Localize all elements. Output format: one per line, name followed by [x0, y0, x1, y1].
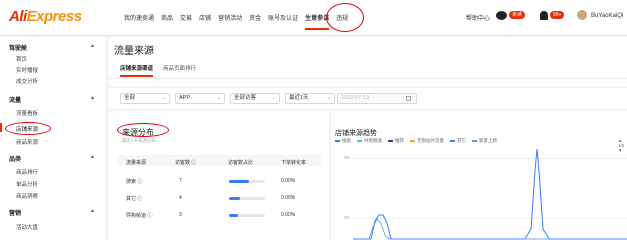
- page-title: 流量来源: [114, 46, 154, 57]
- chevron-down-icon: ⌄: [326, 95, 331, 101]
- active-indicator: [0, 123, 2, 132]
- trend-series-other: [353, 148, 627, 240]
- chevron-up-icon[interactable]: ▲: [90, 154, 95, 160]
- filter-bar: 全部 ⌄ APP ⌄ 全部访客 ⌄ 最近1天 ⌄ 2022-07-13: [109, 88, 627, 109]
- logo-accent: Express: [26, 8, 82, 25]
- country-select[interactable]: 全部 ⌄: [120, 93, 170, 104]
- nav-products[interactable]: 商品: [161, 13, 173, 22]
- chevron-up-icon[interactable]: ▲: [90, 95, 95, 101]
- help-center-link[interactable]: 帮助中心: [466, 13, 490, 22]
- row-source-name: 其它 ⓘ: [126, 196, 143, 202]
- sidebar-item-deal-analysis[interactable]: 成交分析: [16, 77, 38, 85]
- chevron-down-icon: ⌄: [161, 95, 166, 101]
- visitor-select-value: 全部访客: [234, 95, 257, 101]
- share-bar: [229, 180, 265, 183]
- column-header-conversion: 下单转化率: [281, 160, 307, 166]
- sidebar-item-single-product[interactable]: 单品分析: [16, 180, 38, 188]
- main-content: 流量来源 店铺来源渠道 商品页面排行 全部 ⌄ APP ⌄ 全部访客 ⌄ 最近1天 ⌄ …: [109, 37, 627, 240]
- period-select[interactable]: 最近1天 ⌄: [285, 93, 335, 104]
- source-distribution-subtitle: 最近1天来源分布: [122, 138, 157, 143]
- share-bar: [229, 197, 265, 200]
- bell-icon[interactable]: [540, 11, 548, 20]
- nav-funds[interactable]: 资金: [249, 13, 261, 22]
- row-source-name: 搜索 ⓘ: [126, 179, 143, 185]
- row-conversion-rate: 0.00%: [281, 195, 296, 201]
- message-badge[interactable]: 未读: [509, 11, 526, 19]
- sidebar-item-home[interactable]: 首页: [16, 55, 27, 63]
- highlight-circle-section: [117, 123, 169, 137]
- aliexpress-logo[interactable]: AliExpress: [9, 8, 82, 25]
- sidebar-section-marketing[interactable]: 营销: [9, 208, 21, 217]
- sidebar-item-traffic-board[interactable]: 流量看板: [16, 109, 38, 117]
- nav-transactions[interactable]: 交易: [180, 13, 192, 22]
- country-select-value: 全部: [124, 95, 136, 101]
- trend-card: 店铺来源趋势 搜索 导购频道 推荐 无限站外流量 其它 新客上新 ▲ 1/2 ▼ 30 2…: [331, 111, 627, 240]
- share-bar: [229, 214, 265, 217]
- period-select-value: 最近1天: [289, 95, 309, 101]
- row-visitors: 4: [179, 195, 182, 201]
- sidebar-item-realtime[interactable]: 实时播报: [16, 66, 38, 74]
- chevron-up-icon[interactable]: ▲: [90, 43, 95, 49]
- column-header-source: 流量来源: [126, 160, 147, 166]
- row-source-name: 导购频道 ⓘ: [126, 213, 153, 219]
- tabs: 店铺来源渠道 商品页面排行: [120, 64, 196, 77]
- share-bar-fill: [229, 180, 249, 183]
- divider: [109, 78, 627, 79]
- column-header-share: 访客数占比: [228, 160, 254, 166]
- nav-marketing[interactable]: 营销活动: [218, 13, 242, 22]
- share-bar-fill: [229, 197, 240, 200]
- chevron-down-icon: ⌄: [271, 95, 276, 101]
- platform-select[interactable]: APP ⌄: [175, 93, 225, 104]
- sidebar-item-product-rank[interactable]: 商品排行: [16, 168, 38, 176]
- tab-product-page-rank[interactable]: 商品页面排行: [163, 64, 196, 72]
- tab-store-source-channel[interactable]: 店铺来源渠道: [120, 64, 154, 77]
- trend-chart: 店铺来源趋势 搜索 导购频道 推荐 无限站外流量 其它 新客上新 ▲ 1/2 ▼ 30 2…: [335, 111, 627, 240]
- visitor-select[interactable]: 全部访客 ⌄: [230, 93, 280, 104]
- nav-my-aliexpress[interactable]: 我的速卖通: [124, 13, 154, 22]
- row-visitors: 7: [179, 178, 182, 184]
- sidebar-section-category[interactable]: 品类: [9, 154, 21, 163]
- chat-icon[interactable]: [496, 11, 507, 20]
- notification-badge[interactable]: 99+: [550, 11, 565, 19]
- top-nav-bar: AliExpress 我的速卖通 商品 交易 店铺 营销活动 资金 账号及认证 …: [0, 0, 627, 36]
- date-picker[interactable]: 2022-07-13: [337, 93, 417, 104]
- nav-account[interactable]: 账号及认证: [268, 13, 298, 22]
- row-conversion-rate: 0.00%: [281, 178, 296, 184]
- date-picker-value: 2022-07-13: [341, 95, 370, 101]
- trend-series-search: [353, 218, 627, 240]
- calendar-icon: [406, 96, 411, 101]
- sidebar: 驾驶舱 ▲ 首页 实时播报 成交分析 流量 ▲ 流量看板 店铺来源 商品来源 品…: [0, 37, 106, 240]
- share-bar-fill: [229, 214, 238, 217]
- sidebar-item-product-insight[interactable]: 商品洞察: [16, 192, 38, 200]
- highlight-circle-sidebar: [5, 122, 51, 135]
- chevron-up-icon[interactable]: ▲: [90, 208, 95, 214]
- source-distribution-card: 来源分布 最近1天来源分布 流量来源 访客数 ⓘ 访客数占比 下单转化率 搜索 …: [109, 111, 329, 240]
- highlight-circle-nav: [326, 3, 364, 32]
- sidebar-section-traffic[interactable]: 流量: [9, 95, 21, 104]
- chevron-down-icon: ⌄: [216, 95, 221, 101]
- nav-store[interactable]: 店铺: [199, 13, 211, 22]
- sidebar-item-product-source[interactable]: 商品来源: [16, 138, 38, 146]
- page-header-card: 流量来源 店铺来源渠道 商品页面排行: [109, 37, 627, 86]
- avatar[interactable]: [577, 10, 587, 20]
- sidebar-section-cockpit[interactable]: 驾驶舱: [9, 43, 27, 52]
- platform-select-value: APP: [179, 95, 191, 101]
- sidebar-item-activity[interactable]: 活动大盘: [16, 223, 38, 231]
- column-header-visitors: 访客数 ⓘ: [175, 160, 197, 166]
- row-visitors: 3: [179, 212, 182, 218]
- username[interactable]: BuYaoKaiQi: [591, 13, 623, 19]
- top-nav-items: 我的速卖通 商品 交易 店铺 营销活动 资金 账号及认证 生意参谋 违规: [124, 13, 348, 30]
- trend-lines: [353, 148, 627, 240]
- row-conversion-rate: 0.00%: [281, 212, 296, 218]
